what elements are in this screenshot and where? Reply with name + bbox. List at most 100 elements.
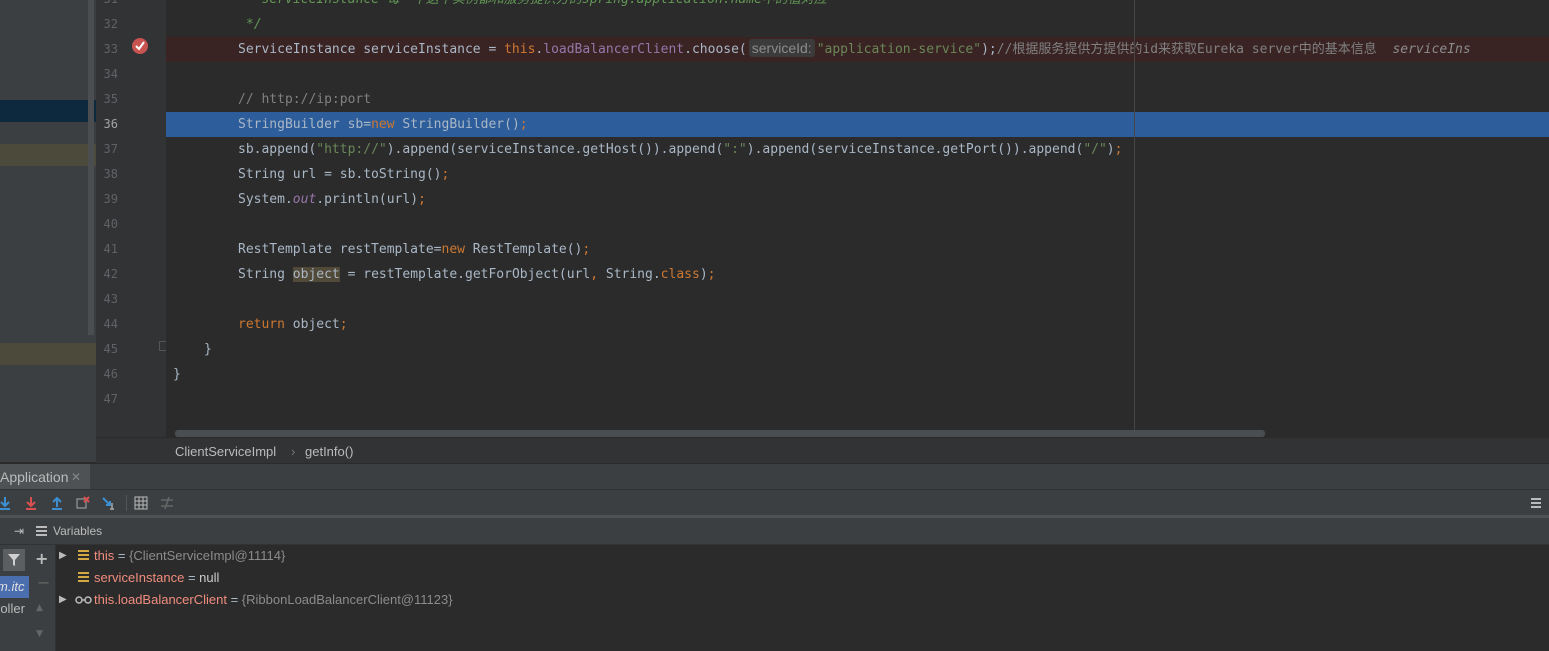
breadcrumb-class[interactable]: ClientServiceImpl: [175, 444, 276, 459]
debug-tab-application[interactable]: Application ✕: [0, 464, 90, 490]
code-text: }: [204, 342, 212, 357]
frame-item-selected[interactable]: m.itc: [0, 576, 29, 598]
breadcrumb: ClientServiceImpl › getInfo(): [96, 438, 1549, 464]
frames-panel: m.itc roller: [0, 545, 30, 651]
code-line: }: [166, 337, 1549, 362]
chevron-right-icon: ›: [291, 444, 296, 459]
code-editor[interactable]: * serviceInstance 每一个这个实例都和服务提供方的spring.…: [166, 0, 1549, 437]
code-line: }: [166, 362, 1549, 387]
variables-title: Variables: [53, 524, 103, 538]
line-number: 33: [103, 42, 118, 56]
code-line: RestTemplate restTemplate=new RestTempla…: [166, 237, 1549, 262]
line-number: 34: [103, 67, 118, 81]
add-watch-icon[interactable]: +: [35, 549, 48, 568]
line-number: 45: [103, 342, 118, 356]
expand-arrow-icon[interactable]: ▶: [59, 545, 67, 567]
project-panel-strip: [0, 0, 96, 462]
drop-frame-icon[interactable]: [74, 494, 92, 512]
parameter-hint: serviceId:: [748, 39, 815, 57]
variable-row[interactable]: ▶ this.loadBalancerClient = {RibbonLoadB…: [56, 589, 1549, 611]
variable-name: serviceInstance: [94, 570, 185, 585]
line-number: 46: [103, 367, 118, 381]
right-margin-guide: [1134, 0, 1135, 437]
frame-item[interactable]: roller: [0, 598, 29, 620]
code-text: */: [246, 17, 262, 32]
breadcrumb-method[interactable]: getInfo(): [305, 444, 353, 459]
editor-horizontal-scrollbar[interactable]: [166, 428, 1549, 438]
step-over-icon[interactable]: [0, 494, 14, 512]
code-text: * serviceInstance 每一个这个实例都和服务提供方的spring.…: [246, 0, 827, 12]
code-text: String object = restTemplate.getForObjec…: [238, 267, 716, 282]
project-scrollbar[interactable]: [88, 0, 94, 335]
editor-gutter[interactable]: 31 32 33 34 35 36 37 38 39 40 41 42 43 4…: [96, 0, 167, 437]
variable-value: {ClientServiceImpl@11114}: [129, 548, 286, 563]
variables-toolbar: + − ▲ ▼: [29, 545, 56, 651]
code-line: String object = restTemplate.getForObjec…: [166, 262, 1549, 287]
code-line: sb.append("http://").append(serviceInsta…: [166, 137, 1549, 162]
move-down-icon[interactable]: ▼: [36, 629, 43, 639]
filter-icon[interactable]: [3, 549, 25, 571]
line-number-current: 36: [103, 117, 118, 131]
step-out-icon[interactable]: [48, 494, 66, 512]
checkmark-icon: [135, 41, 145, 51]
code-text: String url = sb.toString();: [238, 167, 450, 182]
breakpoint-icon[interactable]: [132, 38, 148, 54]
code-text: ServiceInstance serviceInstance = this.l…: [238, 39, 1471, 57]
project-selected-row[interactable]: [0, 100, 96, 122]
line-number: 35: [103, 92, 118, 106]
variable-row[interactable]: ▶ this = {ClientServiceImpl@11114}: [56, 545, 1549, 567]
code-text: // http://ip:port: [238, 92, 372, 107]
field-icon: [78, 572, 89, 583]
code-line: // http://ip:port: [166, 87, 1549, 112]
variable-value: null: [199, 570, 220, 585]
line-number: 47: [103, 392, 118, 406]
line-number: 38: [103, 167, 118, 181]
remove-watch-icon[interactable]: −: [37, 573, 50, 592]
line-number: 40: [103, 217, 118, 231]
line-number: 44: [103, 317, 118, 331]
debug-toolbar: [0, 489, 1549, 516]
code-line: */: [166, 12, 1549, 37]
code-text: return object;: [238, 317, 348, 332]
watch-glasses-icon: [75, 596, 92, 604]
line-number: 32: [103, 17, 118, 31]
expand-arrow-icon[interactable]: ▶: [59, 589, 67, 611]
evaluate-expression-icon[interactable]: [132, 494, 150, 512]
code-text: StringBuilder sb=new StringBuilder();: [238, 117, 528, 132]
scrollbar-thumb[interactable]: [175, 430, 1265, 437]
trace-icon[interactable]: [158, 494, 176, 512]
line-number: 31: [96, 0, 118, 12]
step-into-icon[interactable]: [22, 494, 40, 512]
project-highlight-row[interactable]: [0, 343, 96, 365]
line-number: 42: [103, 267, 118, 281]
list-icon: [36, 526, 47, 536]
code-text: }: [173, 367, 181, 382]
move-up-icon[interactable]: ▲: [36, 603, 43, 613]
menu-icon[interactable]: [1527, 494, 1545, 512]
code-line-breakpoint: ServiceInstance serviceInstance = this.l…: [166, 37, 1549, 62]
toolbar-separator: [126, 495, 127, 511]
line-number: 39: [103, 192, 118, 206]
line-number: 41: [103, 242, 118, 256]
project-highlight-row[interactable]: [0, 144, 96, 166]
line-number: 37: [103, 142, 118, 156]
variable-value: {RibbonLoadBalancerClient@11123}: [241, 592, 453, 607]
code-text: RestTemplate restTemplate=new RestTempla…: [238, 242, 591, 257]
debug-tab-bar: Application ✕: [0, 463, 1549, 490]
code-line: * serviceInstance 每一个这个实例都和服务提供方的spring.…: [166, 0, 1549, 12]
inline-debug-value: serviceIns: [1392, 42, 1471, 57]
tab-label: Application: [0, 469, 69, 485]
field-icon: [78, 550, 89, 561]
close-icon[interactable]: ✕: [71, 464, 81, 490]
restore-layout-icon[interactable]: ⇥: [14, 524, 24, 538]
line-number: 43: [103, 292, 118, 306]
run-to-cursor-icon[interactable]: [100, 494, 118, 512]
code-line-current: StringBuilder sb=new StringBuilder();: [166, 112, 1549, 137]
variable-row[interactable]: serviceInstance = null: [56, 567, 1549, 589]
code-text: sb.append("http://").append(serviceInsta…: [238, 142, 1123, 157]
variable-name: this.loadBalancerClient: [94, 592, 227, 607]
code-text: System.out.println(url);: [238, 192, 426, 207]
variables-tree: ▶ this = {ClientServiceImpl@11114} servi…: [56, 545, 1549, 651]
variable-name: this: [94, 548, 115, 563]
code-line: return object;: [166, 312, 1549, 337]
